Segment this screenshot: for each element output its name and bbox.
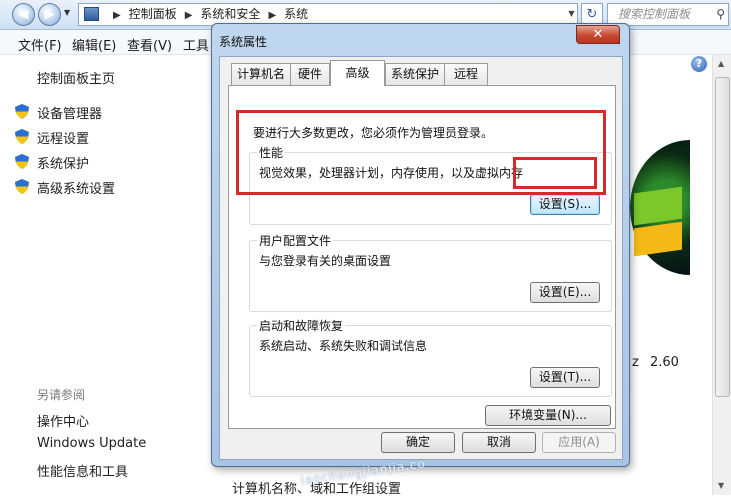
recent-pages-chevron-icon[interactable]: ▼: [64, 8, 70, 17]
menu-file[interactable]: 文件(F): [18, 35, 62, 54]
windows-flag-green: [634, 186, 682, 226]
startup-recovery-group-title: 启动和故障恢复: [257, 317, 346, 334]
advanced-system-settings-label: 高级系统设置: [37, 182, 116, 197]
performance-info-link[interactable]: 性能信息和工具: [37, 461, 128, 480]
processor-speed-unit-fragment: z: [632, 355, 639, 370]
menu-view[interactable]: 查看(V): [127, 35, 172, 54]
system-protection-label: 系统保护: [37, 157, 90, 172]
environment-variables-button[interactable]: 环境变量(N)...: [485, 405, 611, 426]
startup-recovery-group: 启动和故障恢复 系统启动、系统失败和调试信息 设置(T)...: [249, 317, 612, 397]
help-icon[interactable]: ?: [691, 56, 707, 72]
scrollbar-thumb[interactable]: [715, 77, 730, 397]
cancel-button[interactable]: 取消: [462, 432, 536, 453]
user-profiles-group: 用户配置文件 与您登录有关的桌面设置 设置(E)...: [249, 232, 612, 312]
startup-recovery-settings-button[interactable]: 设置(T)...: [530, 367, 600, 388]
breadcrumb-separator-icon[interactable]: ▶: [268, 10, 276, 21]
breadcrumb-separator-icon[interactable]: ▶: [185, 10, 193, 21]
windows-logo: [630, 140, 690, 275]
performance-description: 视觉效果，处理器计划，内存使用，以及虚拟内存: [259, 166, 524, 180]
performance-group: 性能 视觉效果，处理器计划，内存使用，以及虚拟内存 设置(S)...: [249, 144, 612, 225]
tab-remote[interactable]: 远程: [444, 63, 488, 85]
startup-recovery-description: 系统启动、系统失败和调试信息: [259, 339, 428, 353]
uac-shield-icon: [15, 129, 29, 144]
breadcrumb-system[interactable]: 系统: [284, 7, 308, 21]
uac-shield-icon: [15, 154, 29, 169]
performance-group-title: 性能: [257, 144, 286, 161]
action-center-link[interactable]: 操作中心: [37, 411, 89, 430]
control-panel-icon: [84, 7, 99, 21]
user-profiles-description: 与您登录有关的桌面设置: [259, 254, 392, 268]
breadcrumb-system-security[interactable]: 系统和安全: [200, 7, 260, 21]
processor-speed-value: 2.60: [650, 355, 679, 370]
admin-required-note: 要进行大多数更改，您必须作为管理员登录。: [253, 126, 494, 140]
scroll-up-icon[interactable]: ▲: [718, 59, 724, 68]
back-arrow-icon[interactable]: ◀: [12, 3, 35, 26]
tab-system-protection[interactable]: 系统保护: [385, 63, 445, 85]
dialog-title: 系统属性: [219, 35, 268, 49]
menu-tools[interactable]: 工具: [183, 35, 209, 54]
remote-settings-label: 远程设置: [37, 132, 90, 147]
device-manager-label: 设备管理器: [37, 107, 103, 122]
system-properties-dialog: 系统属性 ✕ 计算机名 硬件 高级 系统保护 远程 要进行大多数更改，您必须作为…: [211, 23, 630, 467]
user-profiles-group-title: 用户配置文件: [257, 232, 334, 249]
dialog-body: 计算机名 硬件 高级 系统保护 远程 要进行大多数更改，您必须作为管理员登录。 …: [219, 56, 623, 460]
uac-shield-icon: [15, 104, 29, 119]
close-icon[interactable]: ✕: [576, 25, 620, 44]
apply-button[interactable]: 应用(A): [542, 432, 616, 453]
scroll-down-icon[interactable]: ▼: [718, 481, 724, 490]
tab-advanced[interactable]: 高级: [330, 60, 385, 86]
left-task-pane: 控制面板主页 设备管理器 远程设置 系统保护 高级系统设置 另请参阅 操作中心 …: [0, 55, 212, 503]
search-placeholder: 搜索控制面板: [618, 7, 691, 21]
tab-computer-name[interactable]: 计算机名: [231, 63, 291, 85]
vertical-scrollbar[interactable]: ▲ ▼: [712, 55, 731, 495]
performance-settings-button[interactable]: 设置(S)...: [530, 194, 600, 215]
forward-arrow-icon[interactable]: ▶: [38, 3, 61, 26]
user-profiles-settings-button[interactable]: 设置(E)...: [530, 282, 600, 303]
advanced-tab-panel: 要进行大多数更改，您必须作为管理员登录。 性能 视觉效果，处理器计划，内存使用，…: [228, 85, 616, 429]
breadcrumb-control-panel[interactable]: 控制面板: [129, 7, 177, 21]
uac-shield-icon: [15, 179, 29, 194]
tab-hardware[interactable]: 硬件: [290, 63, 330, 85]
breadcrumb-separator-icon[interactable]: ▶: [113, 10, 121, 21]
ok-button[interactable]: 确定: [381, 432, 455, 453]
search-icon[interactable]: ⚲: [716, 4, 725, 25]
control-panel-home-link[interactable]: 控制面板主页: [37, 68, 115, 87]
menu-edit[interactable]: 编辑(E): [72, 35, 116, 54]
see-also-heading: 另请参阅: [37, 388, 86, 402]
windows-update-link[interactable]: Windows Update: [37, 436, 146, 451]
